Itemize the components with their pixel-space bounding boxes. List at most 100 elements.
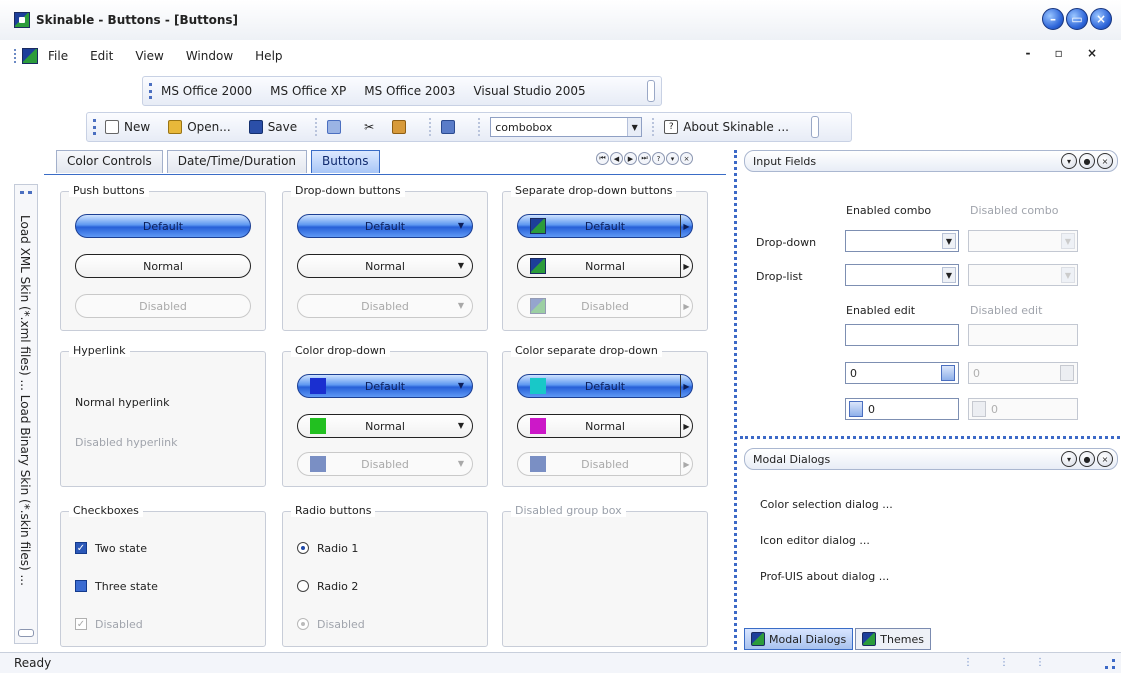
tab-last-icon[interactable]: ⏭: [638, 152, 651, 165]
tab-buttons[interactable]: Buttons: [311, 150, 380, 173]
toolbar-overflow-button[interactable]: [810, 116, 819, 138]
tab-modal-dialogs[interactable]: Modal Dialogs: [744, 628, 854, 650]
sepdrop-default-button[interactable]: Default ▶: [517, 214, 693, 238]
resize-grip-icon[interactable]: [1105, 659, 1115, 669]
panel-title: Modal Dialogs: [753, 452, 831, 466]
enabled-spin-left-field[interactable]: 0: [845, 398, 959, 420]
checkbox-label: Disabled: [95, 618, 143, 631]
chevron-right-icon[interactable]: ▶: [680, 375, 692, 397]
about-button[interactable]: ? About Skinable ...: [664, 120, 789, 134]
menu-view[interactable]: View: [135, 49, 163, 63]
two-state-checkbox[interactable]: ✓: [75, 542, 87, 554]
panel-pin-icon[interactable]: ●: [1079, 153, 1095, 169]
save-button[interactable]: Save: [248, 120, 297, 134]
open-button[interactable]: Open...: [168, 120, 231, 134]
menu-file[interactable]: File: [48, 49, 68, 63]
panel-close-icon[interactable]: ×: [1097, 451, 1113, 467]
tab-next-icon[interactable]: ▶: [624, 152, 637, 165]
push-normal-button[interactable]: Normal: [75, 254, 251, 278]
bar-overflow-button[interactable]: [18, 629, 34, 637]
radio-2[interactable]: [297, 580, 309, 592]
dropdown-row-label: Drop-down: [756, 236, 817, 249]
dropdown-default-button[interactable]: Default ▼: [297, 214, 473, 238]
panel-title: Input Fields: [753, 154, 817, 168]
colordrop-normal-button[interactable]: Normal ▼: [297, 414, 473, 438]
enabled-edit-field[interactable]: [845, 324, 959, 346]
cut-icon: ✂: [364, 120, 375, 134]
colordrop-default-button[interactable]: Default ▼: [297, 374, 473, 398]
toolbar-separator: [315, 118, 318, 136]
three-state-checkbox[interactable]: [75, 580, 87, 592]
sepdrop-normal-button[interactable]: Normal ▶: [517, 254, 693, 278]
minimize-icon[interactable]: –: [1042, 8, 1064, 30]
tab-themes[interactable]: Themes: [855, 628, 931, 650]
panel-pin-icon[interactable]: ●: [1079, 451, 1095, 467]
colorsep-normal-button[interactable]: Normal ▶: [517, 414, 693, 438]
enabled-dropdown-combo[interactable]: ▼: [845, 230, 959, 252]
chevron-right-icon[interactable]: ▶: [680, 415, 692, 437]
color-swatch: [530, 418, 546, 434]
toolbar-grip[interactable]: [93, 119, 97, 135]
dropdown-normal-button[interactable]: Normal ▼: [297, 254, 473, 278]
chevron-right-icon[interactable]: ▶: [680, 215, 692, 237]
spin-value: 0: [850, 366, 857, 380]
menubar-grip[interactable]: [14, 49, 18, 63]
menu-edit[interactable]: Edit: [90, 49, 113, 63]
radio-1[interactable]: [297, 542, 309, 554]
button-label: Normal: [365, 259, 405, 273]
new-button[interactable]: New: [105, 120, 150, 134]
icon-editor-dialog-link[interactable]: Icon editor dialog ...: [760, 534, 870, 547]
maximize-icon[interactable]: ▭: [1066, 8, 1088, 30]
toolbar-overflow-button[interactable]: [647, 80, 655, 102]
style-office2003-button[interactable]: MS Office 2003: [364, 84, 455, 98]
menu-window[interactable]: Window: [186, 49, 233, 63]
tab-prev-icon[interactable]: ◀: [610, 152, 623, 165]
mdi-controls[interactable]: - ▫ ×: [1025, 46, 1107, 60]
button-label: Default: [584, 219, 626, 233]
tab-close-icon[interactable]: ×: [680, 152, 693, 165]
colorsep-default-button[interactable]: Default ▶: [517, 374, 693, 398]
toolbar-combobox[interactable]: combobox ▼: [490, 117, 643, 137]
chevron-down-icon[interactable]: ▼: [942, 267, 956, 283]
push-disabled-button: Disabled: [75, 294, 251, 318]
tab-help-icon[interactable]: ?: [652, 152, 665, 165]
close-icon[interactable]: ×: [1090, 8, 1112, 30]
print-button[interactable]: [441, 120, 460, 134]
combobox-value: combobox: [495, 120, 553, 134]
chevron-down-icon[interactable]: ▼: [627, 118, 642, 136]
cut-button[interactable]: ✂: [364, 120, 374, 134]
colorsep-disabled-button: Disabled ▶: [517, 452, 693, 476]
tab-color-controls[interactable]: Color Controls: [56, 150, 163, 173]
enabled-droplist-combo[interactable]: ▼: [845, 264, 959, 286]
normal-hyperlink[interactable]: Normal hyperlink: [75, 396, 170, 409]
chevron-down-icon[interactable]: ▼: [942, 233, 956, 249]
copy-button[interactable]: [327, 120, 346, 134]
style-officexp-button[interactable]: MS Office XP: [270, 84, 346, 98]
bar-grip[interactable]: [20, 191, 32, 195]
dock-splitter-vertical[interactable]: [734, 150, 738, 650]
push-default-button[interactable]: Default: [75, 214, 251, 238]
spinner-icon[interactable]: [849, 401, 863, 417]
menu-help[interactable]: Help: [255, 49, 282, 63]
toolbar-grip[interactable]: [149, 83, 153, 99]
load-skin-commands[interactable]: Load XML Skin (*.xml files) ... Load Bin…: [18, 215, 32, 586]
print-icon: [441, 120, 456, 134]
panel-close-icon[interactable]: ×: [1097, 153, 1113, 169]
group-title: Disabled group box: [511, 504, 626, 517]
panel-menu-icon[interactable]: ▾: [1061, 153, 1077, 169]
style-vs2005-button[interactable]: Visual Studio 2005: [473, 84, 585, 98]
tab-date-time-duration[interactable]: Date/Time/Duration: [166, 150, 308, 173]
paste-button[interactable]: [392, 120, 411, 134]
color-selection-dialog-link[interactable]: Color selection dialog ...: [760, 498, 893, 511]
enabled-spin-field[interactable]: 0: [845, 362, 959, 384]
mdi-document-icon[interactable]: [22, 48, 38, 64]
panel-menu-icon[interactable]: ▾: [1061, 451, 1077, 467]
chevron-right-icon[interactable]: ▶: [680, 255, 692, 277]
style-office2000-button[interactable]: MS Office 2000: [161, 84, 252, 98]
dock-splitter-horizontal[interactable]: [740, 436, 1120, 440]
tab-list-icon[interactable]: ▾: [666, 152, 679, 165]
about-dialog-link[interactable]: Prof-UIS about dialog ...: [760, 570, 889, 583]
spinner-icon[interactable]: [941, 365, 955, 381]
disabled-droplist-combo: ▼: [968, 264, 1078, 286]
tab-first-icon[interactable]: ⏮: [596, 152, 609, 165]
